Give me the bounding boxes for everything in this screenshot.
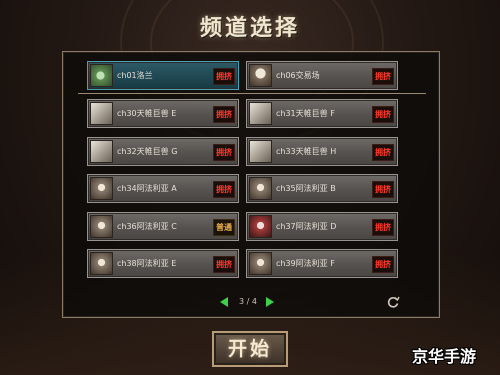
channel-card-ch30[interactable]: ch30天帷巨兽 E 拥挤 <box>87 99 239 128</box>
channel-name: ch30天帷巨兽 E <box>117 109 177 118</box>
status-badge: 拥挤 <box>372 144 394 161</box>
demon-icon <box>90 215 113 238</box>
channel-name: ch36阿法利亚 C <box>117 222 177 231</box>
channel-card-ch37[interactable]: ch37阿法利亚 D 拥挤 <box>246 212 398 241</box>
next-page-arrow-icon[interactable] <box>266 297 274 307</box>
page-navigator: 3 / 4 <box>218 295 278 309</box>
channel-card-ch36[interactable]: ch36阿法利亚 C 普通 <box>87 212 239 241</box>
status-badge: 普通 <box>213 219 235 236</box>
channel-card-ch39[interactable]: ch39阿法利亚 F 拥挤 <box>246 249 398 278</box>
status-badge: 拥挤 <box>213 256 235 273</box>
demon-icon <box>249 252 272 275</box>
channel-name: ch35阿法利亚 B <box>276 184 336 193</box>
status-badge: 拥挤 <box>372 219 394 236</box>
channel-card-ch33[interactable]: ch33天帷巨兽 H 拥挤 <box>246 137 398 166</box>
channel-card-ch38[interactable]: ch38阿法利亚 E 拥挤 <box>87 249 239 278</box>
demon-icon <box>90 177 113 200</box>
status-badge: 拥挤 <box>213 68 235 85</box>
channel-card-ch35[interactable]: ch35阿法利亚 B 拥挤 <box>246 174 398 203</box>
status-badge: 拥挤 <box>213 144 235 161</box>
beast-icon <box>90 140 113 163</box>
channel-card-ch06[interactable]: ch06交易场 拥挤 <box>246 61 398 90</box>
refresh-icon[interactable] <box>386 294 400 308</box>
status-badge: 拥挤 <box>372 181 394 198</box>
page-title: 频道选择 <box>199 15 300 41</box>
channel-name: ch38阿法利亚 E <box>117 259 177 268</box>
channel-card-ch34[interactable]: ch34阿法利亚 A 拥挤 <box>87 174 239 203</box>
channel-card-ch01[interactable]: ch01洛兰 拥挤 <box>87 61 239 90</box>
status-badge: 拥挤 <box>372 256 394 273</box>
panel-divider <box>78 93 426 94</box>
beast-icon <box>90 102 113 125</box>
site-watermark: 京华手游 <box>412 347 477 366</box>
channel-name: ch06交易场 <box>276 71 320 80</box>
status-badge: 拥挤 <box>372 106 394 123</box>
channel-name: ch34阿法利亚 A <box>117 184 177 193</box>
channel-name: ch33天帷巨兽 H <box>276 147 337 156</box>
merchant-icon <box>249 64 272 87</box>
status-badge: 拥挤 <box>372 68 394 85</box>
demon-red-icon <box>249 215 272 238</box>
channel-name: ch39阿法利亚 F <box>276 259 335 268</box>
channel-name: ch37阿法利亚 D <box>276 222 337 231</box>
demon-icon <box>90 252 113 275</box>
channel-name: ch32天帷巨兽 G <box>117 147 178 156</box>
channel-card-ch32[interactable]: ch32天帷巨兽 G 拥挤 <box>87 137 239 166</box>
start-button[interactable]: 开始 <box>212 331 288 367</box>
channel-card-ch31[interactable]: ch31天帷巨兽 F 拥挤 <box>246 99 398 128</box>
status-badge: 拥挤 <box>213 106 235 123</box>
status-badge: 拥挤 <box>213 181 235 198</box>
beast-icon <box>249 140 272 163</box>
prev-page-arrow-icon[interactable] <box>220 297 228 307</box>
channel-name: ch01洛兰 <box>117 71 153 80</box>
channel-name: ch31天帷巨兽 F <box>276 109 335 118</box>
plant-monster-icon <box>90 64 113 87</box>
demon-icon <box>249 177 272 200</box>
beast-icon <box>249 102 272 125</box>
page-indicator: 3 / 4 <box>239 297 257 306</box>
